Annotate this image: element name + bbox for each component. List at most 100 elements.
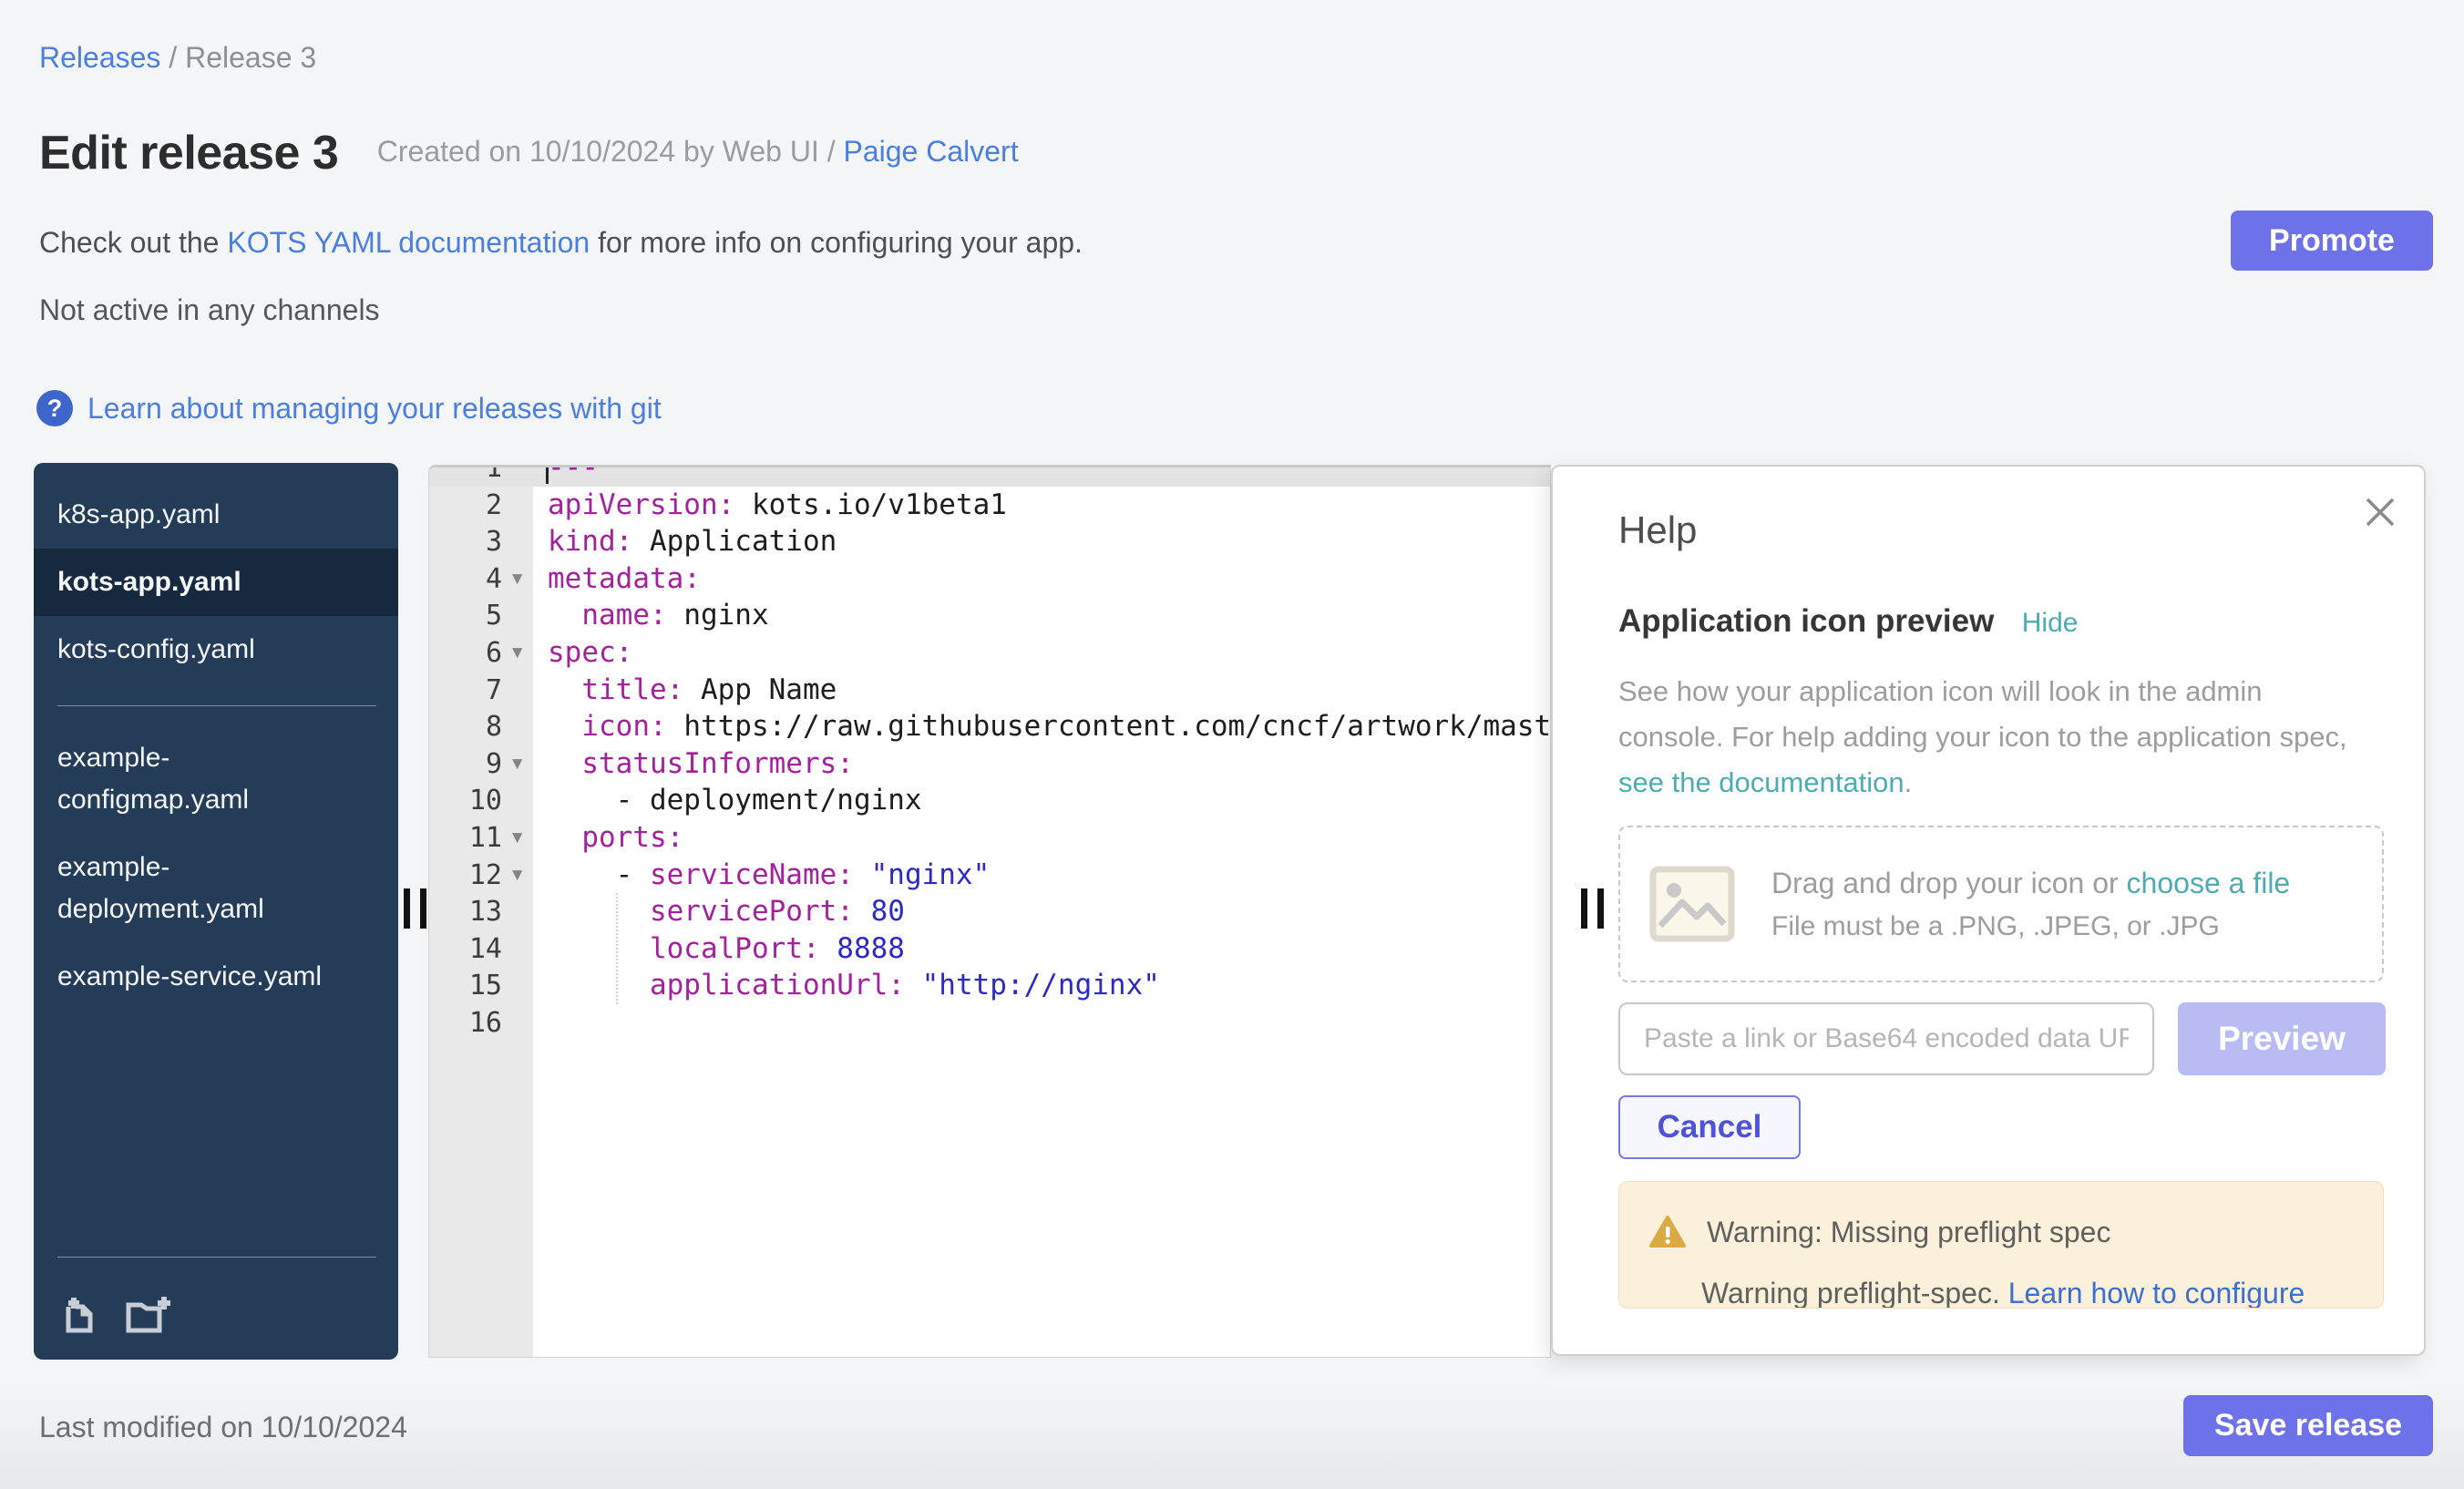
- file-tree-sidebar: k8s-app.yamlkots-app.yamlkots-config.yam…: [34, 463, 398, 1360]
- code-text: apiVersion: kots.io/v1beta1: [548, 487, 1007, 524]
- doc-info-line: Check out the KOTS YAML documentation fo…: [39, 226, 1083, 260]
- section-title: Application icon preview: [1618, 603, 1994, 639]
- breadcrumb-current: Release 3: [185, 41, 316, 74]
- code-text: - deployment/nginx: [548, 782, 922, 819]
- breadcrumb-separator: /: [160, 41, 185, 74]
- last-modified-text: Last modified on 10/10/2024: [39, 1411, 407, 1444]
- promote-button[interactable]: Promote: [2231, 211, 2433, 271]
- code-text: applicationUrl: "http://nginx": [548, 967, 1160, 1004]
- file-group-divider: [57, 705, 376, 706]
- line-number: 5: [429, 597, 533, 634]
- line-number: 4▼: [429, 560, 533, 598]
- code-line-3[interactable]: 3kind: Application: [429, 523, 1550, 560]
- line-number: 2: [429, 487, 533, 524]
- code-text: localPort: 8888: [548, 930, 905, 968]
- new-file-icon[interactable]: [57, 1294, 99, 1336]
- sidebar-spacer: [34, 1011, 398, 1235]
- save-release-button[interactable]: Save release: [2183, 1395, 2433, 1456]
- code-text: metadata:: [548, 560, 701, 598]
- code-line-16[interactable]: 16: [429, 1004, 1550, 1042]
- line-number: 9▼: [429, 745, 533, 783]
- code-text: icon: https://raw.githubusercontent.com/…: [548, 708, 1551, 745]
- code-line-12[interactable]: 12▼ - serviceName: "nginx": [429, 857, 1550, 894]
- doc-prefix: Check out the: [39, 226, 227, 259]
- help-panel-resize-handle[interactable]: [1581, 888, 1604, 929]
- line-number: 15: [429, 967, 533, 1004]
- created-text: Created on 10/10/2024 by Web UI /: [377, 135, 844, 168]
- code-line-6[interactable]: 6▼spec:: [429, 634, 1550, 672]
- image-placeholder-icon: [1649, 866, 1735, 942]
- line-number: 12▼: [429, 857, 533, 894]
- chevron-down-icon[interactable]: ▼: [508, 745, 526, 783]
- file-item-example-configmap-yaml[interactable]: example-configmap.yaml: [34, 724, 398, 834]
- line-number: 14: [429, 930, 533, 968]
- code-line-5[interactable]: 5 name: nginx: [429, 597, 1550, 634]
- section-description: See how your application icon will look …: [1618, 669, 2347, 806]
- warning-title: Warning: Missing preflight spec: [1707, 1216, 2110, 1249]
- text-cursor: [546, 465, 549, 484]
- doc-suffix: for more info on configuring your app.: [590, 226, 1083, 259]
- breadcrumb: Releases / Release 3: [39, 41, 316, 75]
- line-number: 1: [429, 465, 533, 487]
- code-line-8[interactable]: 8 icon: https://raw.githubusercontent.co…: [429, 708, 1550, 745]
- code-line-1[interactable]: 1---: [429, 465, 1550, 487]
- code-text: name: nginx: [548, 597, 769, 634]
- see-documentation-link[interactable]: see the documentation: [1618, 766, 1904, 798]
- line-number: 11▼: [429, 819, 533, 857]
- edit-release-page: Releases / Release 3 Edit release 3 Crea…: [0, 0, 2464, 1489]
- chevron-down-icon[interactable]: ▼: [508, 560, 526, 598]
- close-icon[interactable]: [2360, 492, 2400, 532]
- yaml-code-editor[interactable]: 1---2 apiVersion: kots.io/v1beta13kind: A…: [428, 465, 1551, 1358]
- chevron-down-icon[interactable]: ▼: [508, 634, 526, 672]
- sidebar-bottom-divider: [57, 1257, 376, 1258]
- code-line-13[interactable]: 13 servicePort: 80: [429, 893, 1550, 930]
- code-text: - serviceName: "nginx": [548, 857, 990, 894]
- code-line-9[interactable]: 9▼ statusInformers:: [429, 745, 1550, 783]
- warning-icon: [1648, 1215, 1687, 1249]
- title-row: Edit release 3 Created on 10/10/2024 by …: [39, 126, 1019, 180]
- breadcrumb-releases-link[interactable]: Releases: [39, 41, 160, 74]
- code-line-2[interactable]: 2 apiVersion: kots.io/v1beta1: [429, 487, 1550, 524]
- icon-url-input[interactable]: [1618, 1002, 2154, 1075]
- file-item-kots-config-yaml[interactable]: kots-config.yaml: [34, 616, 398, 683]
- kots-yaml-doc-link[interactable]: KOTS YAML documentation: [227, 226, 590, 259]
- hide-link[interactable]: Hide: [2022, 608, 2079, 638]
- code-line-11[interactable]: 11▼ ports:: [429, 819, 1550, 857]
- chevron-down-icon[interactable]: ▼: [508, 857, 526, 894]
- code-line-14[interactable]: 14 localPort: 8888: [429, 930, 1550, 968]
- desc-line1: See how your application icon will look …: [1618, 675, 2263, 707]
- sidebar-resize-handle[interactable]: [404, 888, 426, 929]
- code-text: ports:: [548, 819, 683, 857]
- learn-configure-link[interactable]: Learn how to configure: [2008, 1277, 2305, 1309]
- code-line-10[interactable]: 10 - deployment/nginx: [429, 782, 1550, 819]
- git-releases-link[interactable]: Learn about managing your releases with …: [87, 392, 662, 426]
- author-link[interactable]: Paige Calvert: [844, 135, 1019, 168]
- line-number: 6▼: [429, 634, 533, 672]
- file-item-kots-app-yaml[interactable]: kots-app.yaml: [34, 549, 398, 616]
- new-folder-icon[interactable]: [123, 1294, 174, 1336]
- footer-bar: Last modified on 10/10/2024 Save release: [0, 1385, 2464, 1489]
- preview-button[interactable]: Preview: [2178, 1002, 2386, 1075]
- created-info: Created on 10/10/2024 by Web UI / Paige …: [377, 135, 1019, 169]
- code-line-7[interactable]: 7 title: App Name: [429, 672, 1550, 709]
- file-item-example-service-yaml[interactable]: example-service.yaml: [34, 943, 398, 1011]
- line-number: 10: [429, 782, 533, 819]
- cancel-button[interactable]: Cancel: [1618, 1095, 1801, 1159]
- choose-file-link[interactable]: choose a file: [2127, 867, 2291, 899]
- desc-line2: console. For help adding your icon to th…: [1618, 721, 2347, 753]
- icon-drop-zone[interactable]: Drag and drop your icon or choose a file…: [1618, 826, 2384, 982]
- file-item-example-deployment-yaml[interactable]: example-deployment.yaml: [34, 834, 398, 943]
- help-panel-title: Help: [1618, 508, 1697, 552]
- indent-guide: [616, 893, 618, 1004]
- question-icon: ?: [36, 390, 73, 426]
- code-text: servicePort: 80: [548, 893, 905, 930]
- chevron-down-icon[interactable]: ▼: [508, 819, 526, 857]
- line-number: 7: [429, 672, 533, 709]
- warning-detail: Warning preflight-spec. Learn how to con…: [1701, 1277, 2305, 1309]
- line-number: 8: [429, 708, 533, 745]
- drop-instruction: Drag and drop your icon or: [1771, 867, 2127, 899]
- code-line-15[interactable]: 15 applicationUrl: "http://nginx": [429, 967, 1550, 1004]
- code-line-4[interactable]: 4▼ metadata:: [429, 560, 1550, 598]
- file-item-k8s-app-yaml[interactable]: k8s-app.yaml: [34, 481, 398, 549]
- line-number: 3: [429, 523, 533, 560]
